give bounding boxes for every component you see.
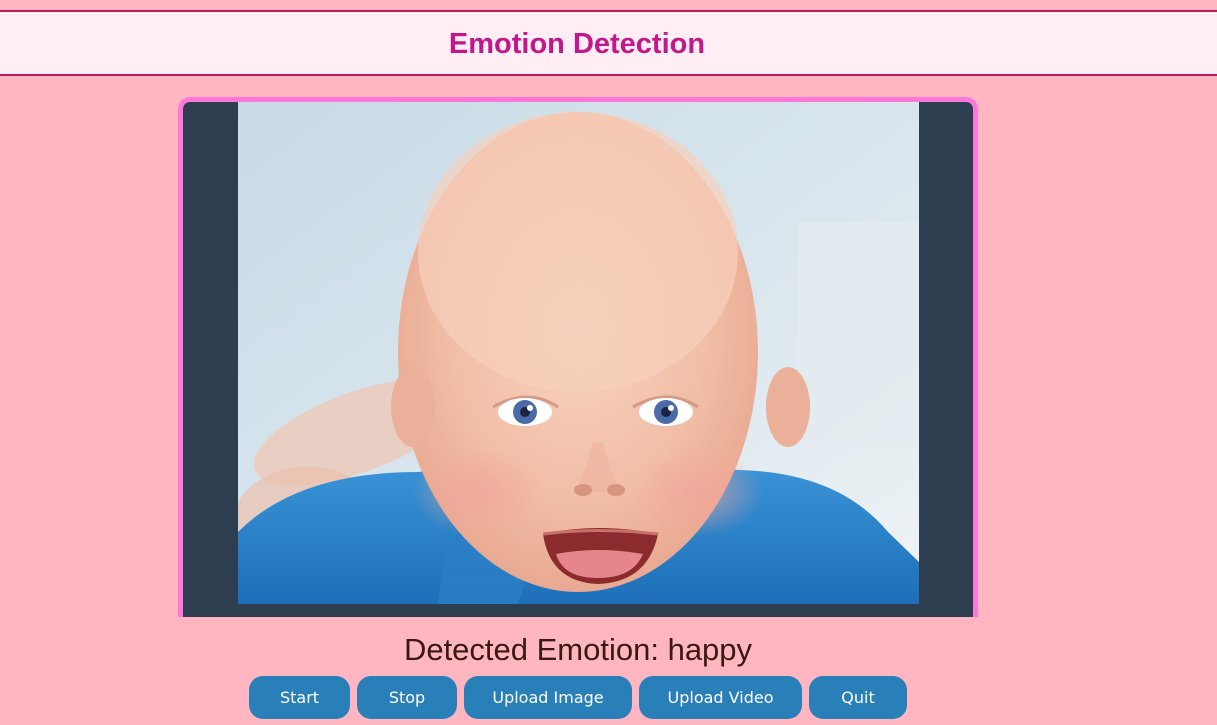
page-title: Emotion Detection bbox=[448, 28, 706, 60]
upload-image-button[interactable]: Upload Image bbox=[464, 676, 632, 719]
stop-button[interactable]: Stop bbox=[357, 676, 457, 719]
start-button[interactable]: Start bbox=[249, 676, 350, 719]
upload-video-button[interactable]: Upload Video bbox=[639, 676, 802, 719]
app-header: Emotion Detection bbox=[0, 10, 1217, 76]
video-display-frame bbox=[178, 97, 978, 617]
baby-photo bbox=[238, 102, 919, 604]
quit-button[interactable]: Quit bbox=[809, 676, 907, 719]
video-display-area bbox=[183, 102, 973, 604]
detected-emotion-label: Detected Emotion: happy bbox=[403, 632, 753, 667]
